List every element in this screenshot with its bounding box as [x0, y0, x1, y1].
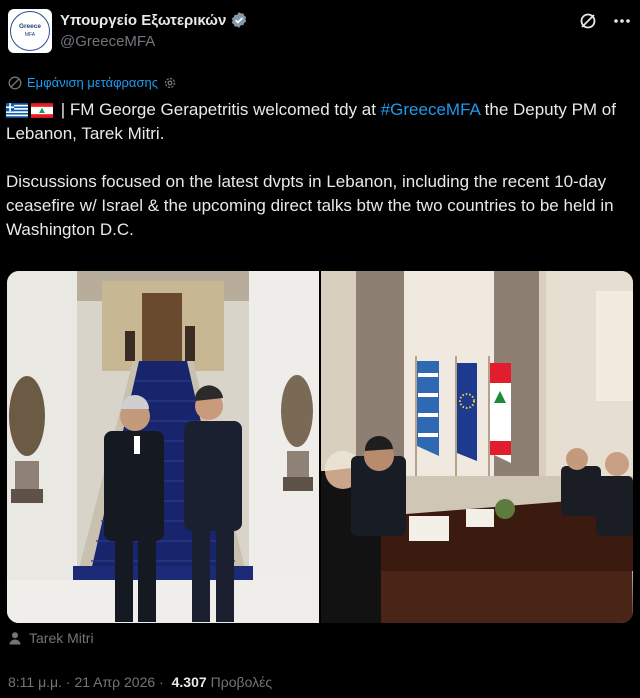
tweet-time[interactable]: 8:11 μ.μ. [8, 674, 62, 690]
tagged-user[interactable]: Tarek Mitri [8, 630, 94, 646]
hashtag-link[interactable]: #GreeceMFA [381, 100, 480, 119]
translate-icon [8, 76, 22, 89]
avatar-text: Greece [18, 23, 42, 30]
photo-staircase-image [7, 271, 319, 623]
author-block: Υπουργείο Εξωτερικών @GreeceMFA [60, 11, 248, 50]
greece-flag-icon [6, 103, 28, 118]
tweet-date[interactable]: 21 Απρ 2026 [74, 674, 155, 690]
avatar[interactable]: Greece MFA [8, 9, 52, 53]
lebanon-flag-icon [31, 103, 53, 118]
avatar-subtext: MFA [24, 32, 36, 38]
photo-meeting-image [321, 271, 633, 623]
verified-badge-icon [232, 12, 247, 28]
more-icon[interactable] [612, 11, 632, 31]
meta-separator-2: · [155, 674, 168, 690]
meta-separator: · [62, 674, 75, 690]
view-count: 4.307 [171, 674, 207, 690]
tweet-text: | FM George Gerapetritis welcomed tdy at… [6, 98, 634, 242]
tweet-media [7, 271, 633, 623]
author-name-row[interactable]: Υπουργείο Εξωτερικών [60, 11, 248, 29]
tweet-line1-prefix: | FM George Gerapetritis welcomed tdy at [56, 100, 381, 119]
tweet-paragraph-2: Discussions focused on the latest dvpts … [6, 172, 619, 239]
author-handle[interactable]: @GreeceMFA [60, 33, 248, 50]
show-translation-link[interactable]: Εμφάνιση μετάφρασης [8, 75, 177, 90]
person-icon [9, 632, 21, 645]
photo-staircase[interactable] [7, 271, 319, 623]
tweet-meta: 8:11 μ.μ. · 21 Απρ 2026 · 4.307 Προβολές [8, 674, 272, 690]
avatar-logo: Greece MFA [10, 11, 50, 51]
show-translation-label[interactable]: Εμφάνιση μετάφρασης [27, 75, 158, 90]
header-actions [578, 11, 632, 31]
tweet-header: Greece MFA Υπουργείο Εξωτερικών @GreeceM… [8, 9, 632, 55]
view-label: Προβολές [210, 674, 273, 690]
photo-meeting[interactable] [321, 271, 633, 623]
gear-icon[interactable] [163, 76, 177, 90]
tagged-user-name[interactable]: Tarek Mitri [29, 630, 94, 646]
grok-icon[interactable] [578, 11, 598, 31]
author-display-name[interactable]: Υπουργείο Εξωτερικών [60, 12, 226, 29]
